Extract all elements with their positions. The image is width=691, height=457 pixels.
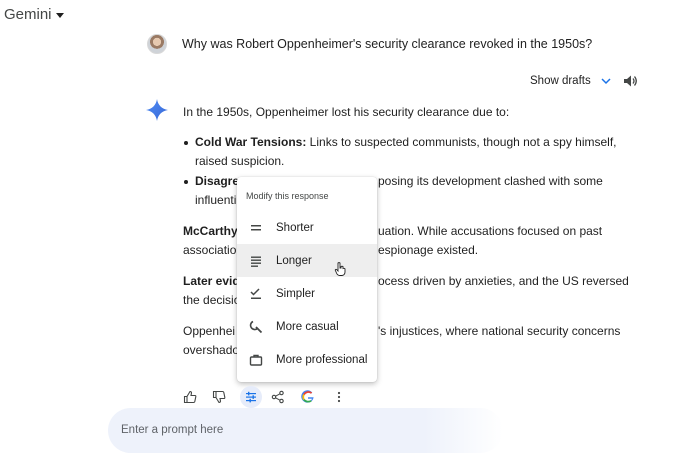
modify-response-menu: Modify this response Shorter Longer Simp…: [237, 177, 377, 382]
menu-item-shorter[interactable]: Shorter: [237, 211, 377, 244]
show-drafts-label: Show drafts: [530, 75, 591, 87]
bullet-dot: [184, 180, 188, 184]
user-avatar: [147, 34, 167, 54]
bullet-1-text: Links to suspected communists, though no…: [306, 135, 617, 149]
response-para-3-line2: overshado: [183, 343, 240, 357]
user-message: Why was Robert Oppenheimer's security cl…: [182, 37, 593, 51]
menu-item-more-casual[interactable]: More casual: [237, 310, 377, 343]
prompt-bar: [108, 408, 503, 453]
response-bullet-1: Cold War Tensions: Links to suspected co…: [195, 135, 617, 149]
modify-response-icon[interactable]: [240, 386, 262, 408]
response-para-1-line2-start: associatio: [183, 243, 237, 257]
response-para-1-start: McCarthy: [183, 224, 238, 238]
response-para-2-line2: the decisio: [183, 293, 241, 307]
response-bullet-2-tail: posing its development clashed with some: [378, 174, 603, 188]
response-bullet-2-line2: influenti: [195, 193, 237, 207]
menu-item-simpler[interactable]: Simpler: [237, 277, 377, 310]
response-bullet-2-start: Disagre: [195, 174, 239, 188]
bullet-2-heading: Disagre: [195, 174, 240, 188]
response-para-1-line2-tail: espionage existed.: [378, 243, 479, 257]
menu-item-label: Simpler: [276, 287, 315, 300]
briefcase-icon: [248, 352, 264, 368]
checklist-icon: [248, 286, 264, 302]
google-search-icon[interactable]: [300, 389, 316, 405]
menu-item-label: More professional: [276, 353, 368, 366]
menu-item-label: More casual: [276, 320, 339, 333]
menu-item-label: Longer: [276, 254, 312, 267]
para-1-heading: McCarthy: [183, 224, 238, 238]
share-icon[interactable]: [270, 389, 286, 405]
brand-label: Gemini: [4, 6, 52, 23]
bullet-1-heading: Cold War Tensions:: [195, 135, 307, 149]
menu-item-label: Shorter: [276, 221, 314, 234]
response-intro: In the 1950s, Oppenheimer lost his secur…: [183, 105, 510, 119]
thumbs-down-icon[interactable]: [211, 389, 227, 405]
response-para-3-start: Oppenhei: [183, 324, 236, 338]
speaker-icon[interactable]: [622, 73, 638, 89]
prompt-input[interactable]: [121, 421, 461, 439]
response-actions: [0, 386, 691, 408]
gemini-spark-icon: [146, 99, 168, 121]
short-text-icon: [248, 220, 264, 236]
para-2-heading: Later evid: [183, 274, 240, 288]
model-selector[interactable]: Gemini: [4, 6, 64, 23]
more-options-icon[interactable]: [331, 389, 347, 405]
response-para-2-tail: ocess driven by anxieties, and the US re…: [378, 274, 629, 288]
menu-item-more-professional[interactable]: More professional: [237, 343, 377, 376]
menu-item-longer[interactable]: Longer: [237, 244, 377, 277]
show-drafts-button[interactable]: Show drafts: [530, 75, 612, 87]
caret-down-icon: [55, 13, 64, 18]
response-para-1-tail: uation. While accusations focused on pas…: [378, 224, 603, 238]
casual-brush-icon: [248, 319, 264, 335]
chevron-down-icon: [601, 78, 611, 85]
long-text-icon: [248, 253, 264, 269]
thumbs-up-icon[interactable]: [182, 389, 198, 405]
response-bullet-1-line2: raised suspicion.: [195, 154, 285, 168]
menu-header: Modify this response: [246, 191, 329, 201]
bullet-dot: [184, 141, 188, 145]
response-para-2-start: Later evid: [183, 274, 240, 288]
hand-cursor-icon: [334, 262, 346, 276]
response-para-3-tail: 's injustices, where national security c…: [378, 324, 621, 338]
